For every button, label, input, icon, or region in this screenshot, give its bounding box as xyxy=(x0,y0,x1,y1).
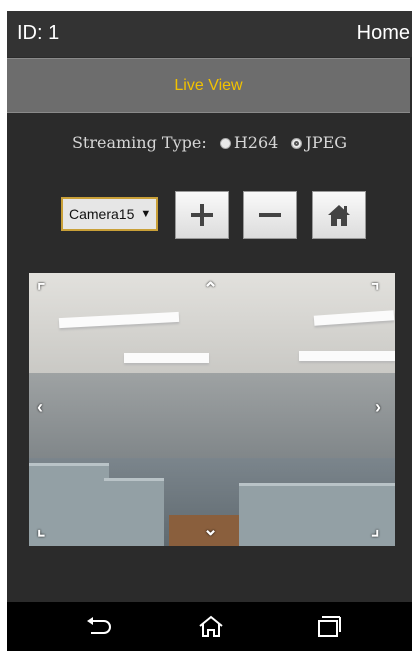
dropdown-caret-icon: ▼ xyxy=(140,208,152,220)
tab-live-view[interactable]: Live View xyxy=(7,59,410,112)
plus-icon xyxy=(191,204,213,226)
pan-left-icon[interactable]: ‹ xyxy=(37,397,43,418)
streaming-type-row: Streaming Type: H264 JPEG xyxy=(7,133,412,152)
minus-icon xyxy=(259,213,281,217)
home-icon xyxy=(328,205,350,226)
radio-jpeg-label[interactable]: JPEG xyxy=(305,133,347,152)
video-light xyxy=(124,353,209,363)
camera-select-value: Camera15 xyxy=(69,206,135,222)
app-screen: ID: 1 Home Live View Streaming Type: H26… xyxy=(7,11,412,651)
tab-bar: Live View xyxy=(7,58,410,113)
pan-up-icon[interactable]: ⌃ xyxy=(203,279,218,300)
home-icon[interactable] xyxy=(197,614,225,638)
android-nav-bar xyxy=(7,602,412,651)
radio-h264-label[interactable]: H264 xyxy=(234,133,279,152)
radio-jpeg[interactable] xyxy=(291,137,303,149)
back-icon[interactable] xyxy=(85,614,113,638)
radio-h264[interactable] xyxy=(219,137,231,149)
live-video-view[interactable]: ⌜ ⌃ ⌝ ‹ › ⌞ ⌄ ⌟ xyxy=(29,273,395,546)
pan-up-right-icon[interactable]: ⌝ xyxy=(371,281,379,302)
recents-icon[interactable] xyxy=(314,614,342,638)
streaming-type-label: Streaming Type: xyxy=(71,133,207,152)
camera-select[interactable]: Camera15 ▼ xyxy=(61,197,158,231)
home-link[interactable]: Home xyxy=(357,22,410,45)
pan-down-left-icon[interactable]: ⌞ xyxy=(37,519,45,540)
video-partition xyxy=(104,478,164,546)
ptz-home-button[interactable] xyxy=(312,191,366,239)
top-bar: ID: 1 Home xyxy=(7,11,412,57)
zoom-in-button[interactable] xyxy=(175,191,229,239)
pan-down-right-icon[interactable]: ⌟ xyxy=(371,519,379,540)
zoom-out-button[interactable] xyxy=(243,191,297,239)
pan-down-icon[interactable]: ⌄ xyxy=(203,519,218,540)
video-wall xyxy=(29,373,395,463)
video-light xyxy=(299,351,395,361)
device-id-label: ID: 1 xyxy=(17,22,60,44)
pan-up-left-icon[interactable]: ⌜ xyxy=(37,281,45,302)
pan-right-icon[interactable]: › xyxy=(375,397,381,418)
